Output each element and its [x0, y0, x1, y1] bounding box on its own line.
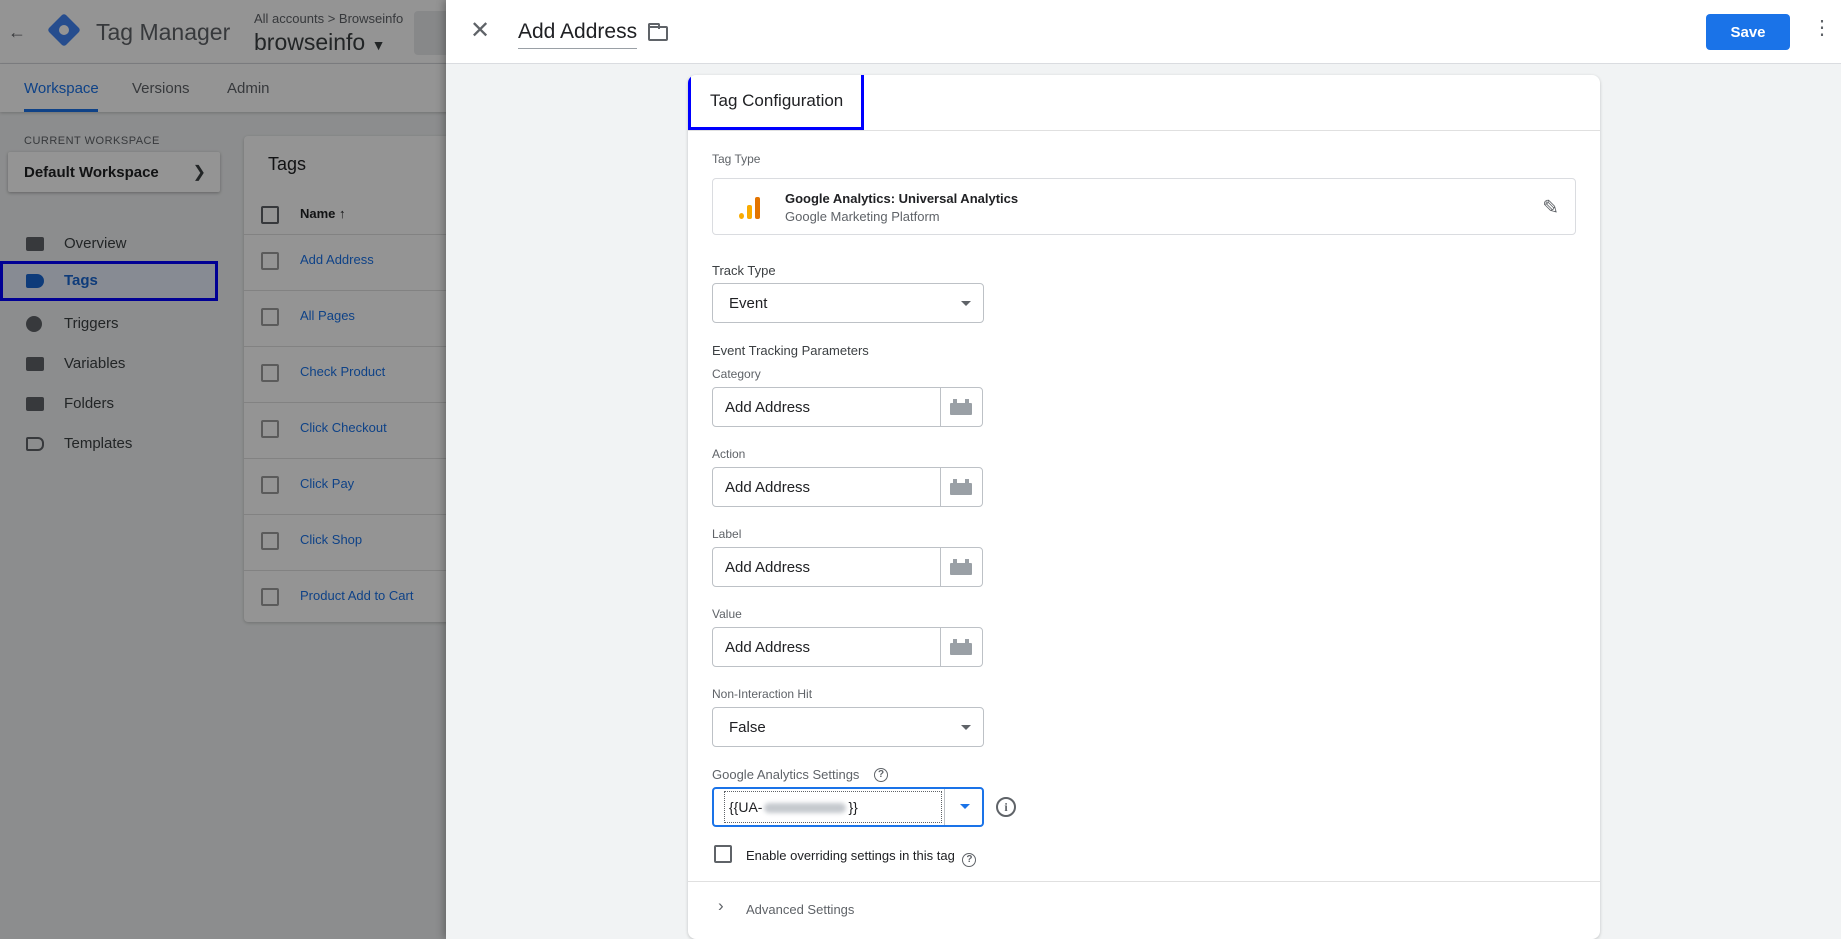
ga-settings-suffix: }}: [848, 799, 858, 815]
help-icon[interactable]: ?: [962, 853, 977, 867]
action-input[interactable]: Add Address: [712, 467, 983, 507]
non-interaction-label: Non-Interaction Hit: [712, 687, 813, 701]
advanced-settings-label: Advanced Settings: [746, 902, 855, 917]
override-settings-checkbox[interactable]: [714, 845, 732, 863]
track-type-select[interactable]: Event: [712, 283, 984, 323]
track-type-label: Track Type: [712, 263, 776, 278]
card-header: Tag Configuration: [688, 75, 1600, 131]
variable-picker-icon[interactable]: [940, 628, 982, 666]
caret-down-icon[interactable]: [960, 804, 970, 809]
tag-type-name: Google Analytics: Universal Analytics: [785, 191, 1019, 206]
chevron-right-icon: ›: [718, 896, 724, 915]
close-icon[interactable]: ✕: [470, 16, 490, 45]
info-icon[interactable]: i: [996, 797, 1016, 817]
panel-header: ✕ Add Address Save ⋮: [446, 0, 1841, 64]
folder-icon[interactable]: [648, 23, 668, 41]
category-value: Add Address: [725, 399, 811, 416]
variable-picker-icon[interactable]: [940, 388, 982, 426]
action-label: Action: [712, 447, 746, 461]
ga-settings-value: {{UA-}}: [729, 799, 858, 815]
caret-down-icon: [961, 725, 971, 730]
google-analytics-icon: [739, 197, 761, 219]
ga-settings-select[interactable]: {{UA-}}: [712, 787, 984, 827]
override-settings-label: Enable overriding settings in this tag ?: [746, 848, 977, 867]
help-icon[interactable]: ?: [874, 768, 888, 782]
value-input[interactable]: Add Address: [712, 627, 983, 667]
tag-type-subtitle: Google Marketing Platform: [785, 209, 940, 224]
tag-type-label: Tag Type: [712, 152, 761, 166]
ga-settings-prefix: {{UA-: [729, 799, 763, 815]
divider: [944, 789, 945, 825]
category-label: Category: [712, 367, 761, 381]
card-title: Tag Configuration: [710, 91, 844, 110]
ga-settings-label: Google Analytics Settings: [712, 767, 860, 782]
advanced-settings-row[interactable]: › Advanced Settings: [688, 881, 1600, 939]
non-interaction-select[interactable]: False: [712, 707, 984, 747]
value-label: Value: [712, 607, 742, 621]
caret-down-icon: [961, 301, 971, 306]
non-interaction-value: False: [729, 719, 766, 736]
variable-picker-icon[interactable]: [940, 468, 982, 506]
track-type-value: Event: [729, 295, 768, 312]
more-vert-icon[interactable]: ⋮: [1812, 18, 1832, 38]
ga-settings-field[interactable]: {{UA-}}: [724, 791, 942, 823]
redacted-id: [764, 803, 847, 814]
override-settings-text: Enable overriding settings in this tag: [746, 848, 955, 863]
category-input[interactable]: Add Address: [712, 387, 983, 427]
label-label: Label: [712, 527, 742, 541]
event-params-label: Event Tracking Parameters: [712, 343, 869, 358]
label-input[interactable]: Add Address: [712, 547, 983, 587]
tag-type-selector[interactable]: Google Analytics: Universal Analytics Go…: [712, 178, 1576, 235]
action-value: Add Address: [725, 479, 811, 496]
pencil-icon[interactable]: ✎: [1542, 195, 1559, 220]
variable-picker-icon[interactable]: [940, 548, 982, 586]
value-value: Add Address: [725, 639, 811, 656]
tag-name-input[interactable]: Add Address: [518, 20, 638, 49]
label-value: Add Address: [725, 559, 811, 576]
tag-editor-panel: ✕ Add Address Save ⋮ Tag Configuration T…: [446, 0, 1841, 939]
tag-configuration-card: Tag Configuration Tag Type Google Analyt…: [688, 75, 1600, 939]
save-button[interactable]: Save: [1706, 14, 1790, 50]
